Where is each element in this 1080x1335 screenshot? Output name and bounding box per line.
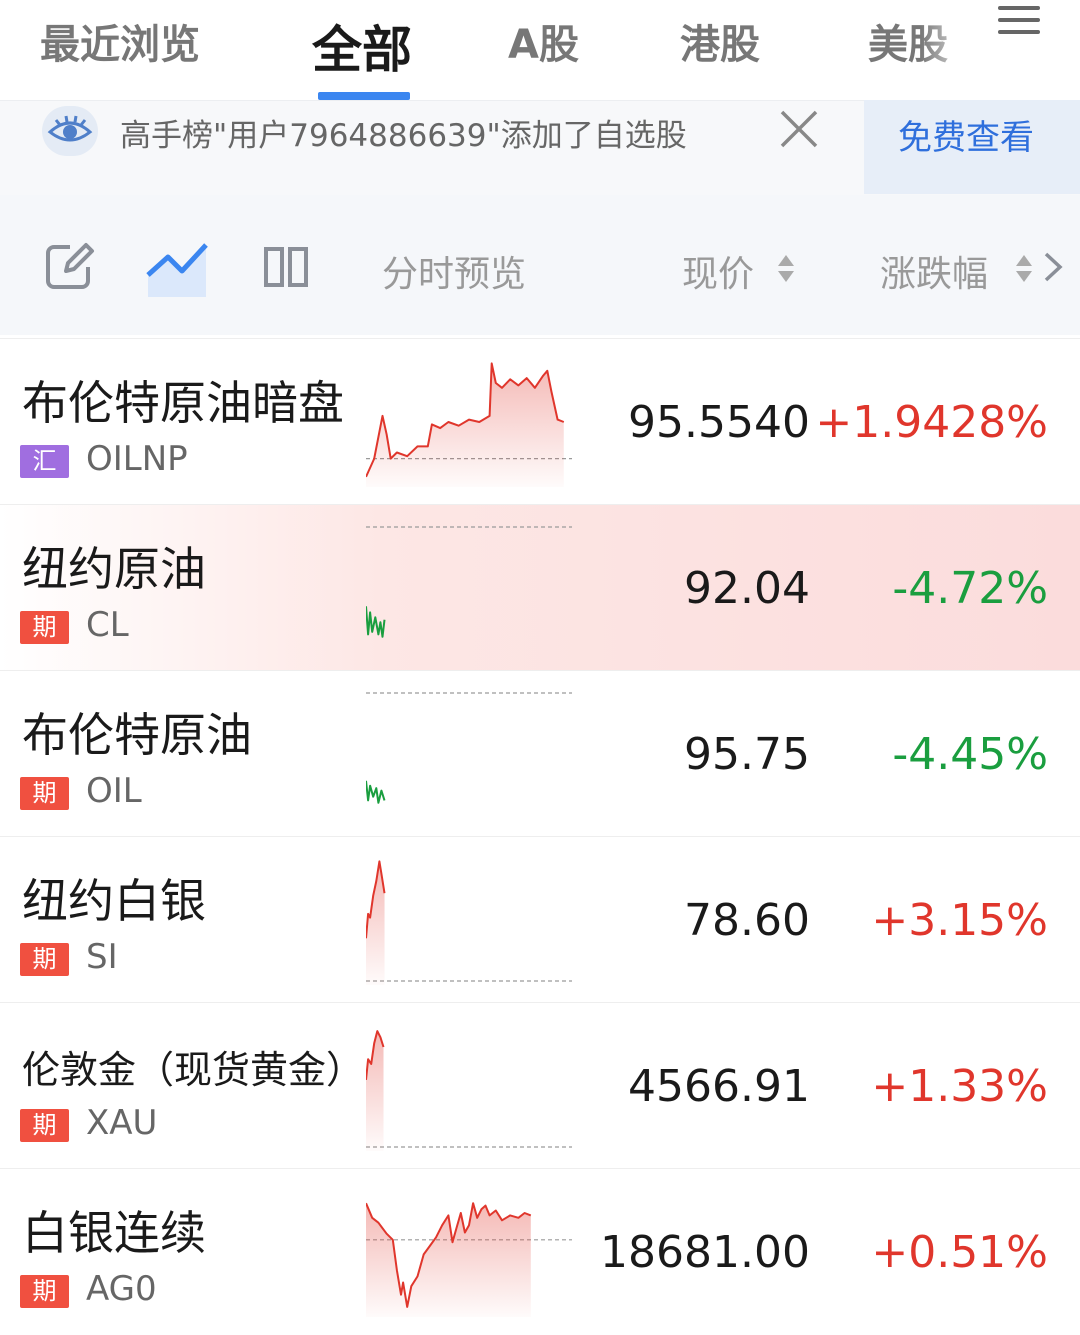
sparkline-chart: [366, 692, 572, 804]
tab-all[interactable]: 全部: [312, 10, 412, 82]
watchlist-row[interactable]: 伦敦金（现货黄金） 期 XAU 4566.91 +1.33%: [0, 1002, 1080, 1169]
instrument-code: OILNP: [86, 439, 188, 479]
watchlist-row[interactable]: 布伦特原油暗盘 汇 OILNP 95.5540 +1.9428%: [0, 338, 1080, 505]
price-change: +0.51%: [871, 1227, 1048, 1278]
sparkline-chart: [366, 1030, 572, 1151]
tab-recent[interactable]: 最近浏览: [40, 12, 200, 70]
instrument-name: 纽约原油: [22, 542, 206, 596]
list-header: 分时预览 现价 涨跌幅: [0, 195, 1080, 335]
watchlist-row[interactable]: 纽约白银 期 SI 78.60 +3.15%: [0, 836, 1080, 1003]
instrument-name: 布伦特原油: [22, 708, 252, 762]
market-badge: 期: [20, 943, 69, 976]
price-change: -4.72%: [892, 563, 1048, 614]
market-badge: 期: [20, 1275, 69, 1308]
market-badge: 期: [20, 611, 69, 644]
price-change: -4.45%: [892, 729, 1048, 780]
instrument-name: 布伦特原油暗盘: [22, 376, 344, 430]
eye-icon: [42, 106, 98, 156]
sparkline-chart: [366, 526, 572, 638]
preview-column-header: 分时预览: [382, 254, 527, 295]
instrument-name: 白银连续: [22, 1206, 206, 1260]
sparkline-line: [366, 606, 386, 638]
tab-fade-overlay: [920, 0, 980, 100]
price-sort-icon[interactable]: [778, 253, 794, 287]
chevron-right-icon[interactable]: [1042, 251, 1064, 283]
columns-icon[interactable]: [264, 247, 308, 287]
instrument-name: 伦敦金（现货黄金）: [22, 1048, 365, 1092]
sparkline-chart: [366, 362, 572, 487]
sparkline-line: [366, 780, 386, 804]
current-price: 18681.00: [600, 1227, 810, 1278]
active-tab-indicator: [318, 92, 410, 100]
close-icon[interactable]: [776, 106, 822, 152]
market-tab-bar: 最近浏览 全部 A股 港股 美股: [0, 0, 1080, 100]
price-change: +1.9428%: [815, 397, 1048, 448]
watchlist-row[interactable]: 纽约原油 期 CL 92.04 -4.72%: [0, 504, 1080, 671]
current-price: 78.60: [684, 895, 810, 946]
price-change: +3.15%: [871, 895, 1048, 946]
sparkline-chart: [366, 1202, 572, 1317]
free-view-button-label: 免费查看: [898, 118, 1034, 158]
tab-hk-stocks[interactable]: 港股: [680, 12, 760, 70]
instrument-code: AG0: [86, 1269, 157, 1309]
current-price: 4566.91: [628, 1061, 810, 1112]
edit-icon[interactable]: [44, 241, 96, 291]
market-badge: 期: [20, 1109, 69, 1142]
change-sort-icon[interactable]: [1016, 253, 1032, 287]
instrument-code: XAU: [86, 1103, 158, 1143]
watchlist-row[interactable]: 布伦特原油 期 OIL 95.75 -4.45%: [0, 670, 1080, 837]
current-price: 92.04: [684, 563, 810, 614]
sparkline-chart: [366, 860, 572, 985]
market-badge: 汇: [20, 445, 69, 478]
price-column-header[interactable]: 现价: [682, 245, 754, 297]
sparkline-area: [366, 363, 564, 487]
current-price: 95.5540: [628, 397, 810, 448]
instrument-code: CL: [86, 605, 129, 645]
change-column-header[interactable]: 涨跌幅: [880, 245, 988, 297]
banner-message: 高手榜"用户7964886639"添加了自选股: [120, 118, 687, 154]
trend-chart-icon[interactable]: [146, 241, 210, 297]
instrument-code: SI: [86, 937, 118, 977]
current-price: 95.75: [684, 729, 810, 780]
instrument-code: OIL: [86, 771, 142, 811]
market-badge: 期: [20, 777, 69, 810]
tab-a-shares[interactable]: A股: [508, 12, 579, 70]
watchlist-row[interactable]: 白银连续 期 AG0 18681.00 +0.51%: [0, 1168, 1080, 1335]
price-change: +1.33%: [871, 1061, 1048, 1112]
instrument-name: 纽约白银: [22, 874, 206, 928]
sparkline-area: [366, 1031, 384, 1151]
menu-icon[interactable]: [990, 0, 1050, 50]
